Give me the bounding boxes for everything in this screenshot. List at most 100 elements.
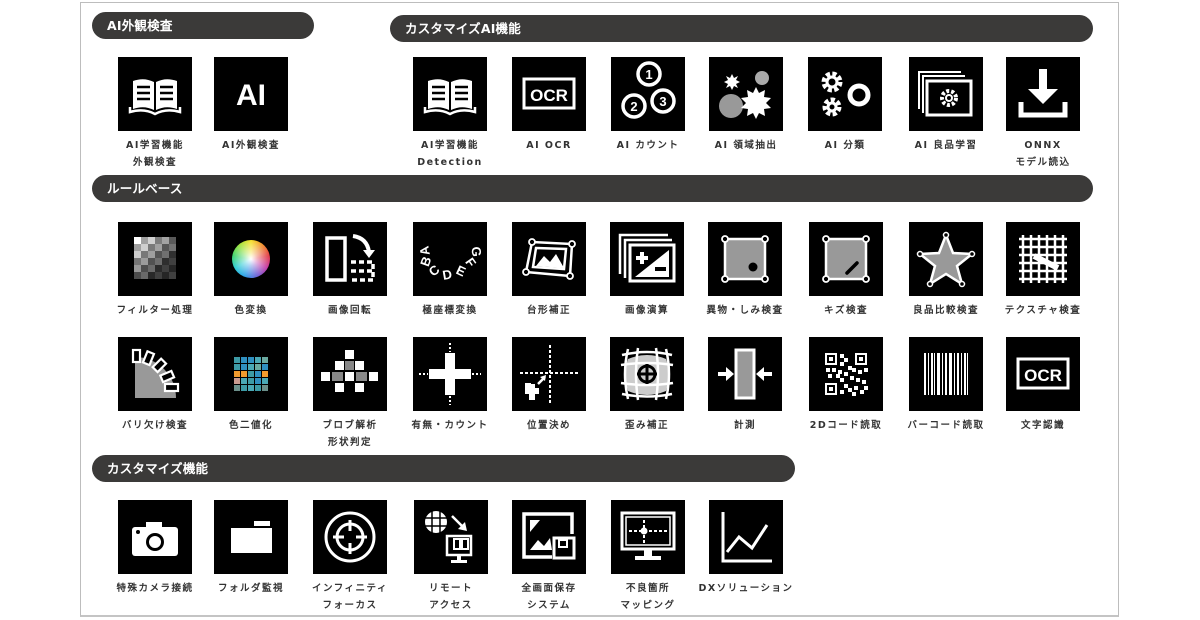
tile-label: 画像演算 [624,305,669,316]
tile-remote-access[interactable]: リモート アクセス [414,500,488,614]
tile-label: インフィニティ フォーカス [312,583,388,611]
tile-positioning[interactable]: 位置決め [512,337,586,434]
star-compare-icon [909,222,983,296]
tile-dx-solution[interactable]: DXソリューション [698,500,792,597]
gears-icon [808,57,882,131]
svg-text:G: G [469,246,485,257]
distortion-correct-icon [610,337,684,411]
tile-label: 全画面保存 システム [521,583,577,611]
section-header-custom: カスタマイズ機能 [92,455,795,482]
color-binarize-icon [214,337,288,411]
ocr-icon: OCR [1006,337,1080,411]
tile-ai-learning-inspection[interactable]: AI学習機能 外観検査 [118,57,192,171]
line-chart-icon [709,500,783,574]
foreign-object-icon [708,222,782,296]
tile-infinity-focus[interactable]: インフィニティ フォーカス [312,500,387,614]
tile-label: 異物・しみ検査 [706,305,784,316]
image-arithmetic-icon [610,222,684,296]
svg-text:OCR: OCR [530,86,568,105]
monitor-mapping-icon [611,500,685,574]
tile-ai-appearance-inspection[interactable]: AI AI外観検査 [214,57,288,154]
tile-label: キズ検査 [823,305,868,316]
tile-blob-analysis[interactable]: ブロブ解析 形状判定 [313,337,387,451]
rotate-image-icon [313,222,387,296]
color-wheel-icon [214,222,288,296]
blob-analysis-icon [313,337,387,411]
tile-image-rotate[interactable]: 画像回転 [313,222,387,319]
save-image-icon [512,500,586,574]
keystone-icon [512,222,586,296]
tile-label: フォルダ監視 [217,583,284,594]
tile-ai-region-extract[interactable]: AI 領域抽出 [709,57,783,154]
tile-ai-good-learning[interactable]: AI 良品学習 [909,57,983,154]
section-header-ai-inspection: AI外観検査 [92,12,314,39]
tile-foreign-object[interactable]: 異物・しみ検査 [706,222,782,319]
tile-label: 色変換 [234,305,268,316]
tile-label: 歪み補正 [624,420,669,431]
tile-full-screen-save[interactable]: 全画面保存 システム [512,500,586,614]
numbered-circles-icon: 1 2 3 [611,57,685,131]
tile-label: AI OCR [526,140,572,151]
section-header-rule-based: ルールベース [92,175,1093,202]
svg-text:AI: AI [236,79,266,112]
tile-2d-code-read[interactable]: 2Dコード読取 [809,337,883,434]
tile-filter[interactable]: フィルター処理 [117,222,192,319]
tile-special-camera[interactable]: 特殊カメラ接続 [116,500,192,597]
svg-text:D: D [441,266,453,282]
tile-polar-transform[interactable]: ABCDEFG 極座標変換 [413,222,487,319]
polar-text-icon: ABCDEFG [413,222,487,296]
tile-label: AI カウント [616,140,680,151]
tile-label: 不良箇所 マッピング [620,583,676,611]
ai-text-icon: AI [214,57,288,131]
tile-label: DXソリューション [698,583,794,594]
svg-text:OCR: OCR [1024,366,1062,385]
tile-label: リモート アクセス [428,583,473,611]
tile-folder-monitor[interactable]: フォルダ監視 [214,500,288,597]
download-icon [1006,57,1080,131]
tile-keystone-correction[interactable]: 台形補正 [512,222,586,319]
tile-barcode-read[interactable]: バーコード読取 [907,337,983,434]
tile-color-convert[interactable]: 色変換 [214,222,288,319]
tile-label: 色二値化 [228,420,273,431]
tile-measurement[interactable]: 計測 [708,337,782,434]
barcode-icon [909,337,983,411]
tile-label: 台形補正 [526,305,571,316]
tile-defect-mapping[interactable]: 不良箇所 マッピング [611,500,685,614]
stacked-images-gear-icon [909,57,983,131]
svg-text:3: 3 [659,94,666,109]
tile-color-binarize[interactable]: 色二値化 [214,337,288,434]
tile-label: 文字認識 [1020,420,1065,431]
region-extract-icon [709,57,783,131]
tile-label: AI学習機能 Detection [417,140,483,168]
tile-label: 有無・カウント [411,420,489,431]
tile-label: 位置決め [526,420,571,431]
positioning-icon [512,337,586,411]
tile-onnx-model-load[interactable]: ONNX モデル読込 [1006,57,1080,171]
burr-chip-icon [118,337,192,411]
tile-label: ブロブ解析 形状判定 [322,420,378,448]
folder-icon [214,500,288,574]
tile-distortion-correction[interactable]: 歪み補正 [610,337,684,434]
svg-text:2: 2 [630,99,637,114]
camera-icon [118,500,192,574]
tile-presence-count[interactable]: 有無・カウント [411,337,487,434]
tile-image-arithmetic[interactable]: 画像演算 [610,222,684,319]
svg-text:A: A [416,244,433,256]
tile-ai-count[interactable]: 1 2 3 AI カウント [611,57,685,154]
checker-filter-icon [118,222,192,296]
tile-label: テクスチャ検査 [1004,305,1082,316]
measure-icon [708,337,782,411]
tile-ai-classification[interactable]: AI 分類 [808,57,882,154]
tile-burr-chip[interactable]: バリ欠け検査 [118,337,192,434]
tile-scratch-inspection[interactable]: キズ検査 [809,222,883,319]
tile-ai-ocr[interactable]: OCR AI OCR [512,57,586,154]
crosshair-icon [313,500,387,574]
svg-text:1: 1 [645,67,652,82]
tile-texture-inspection[interactable]: テクスチャ検査 [1005,222,1080,319]
tile-good-compare[interactable]: 良品比較検査 [909,222,983,319]
tile-label: 画像回転 [327,305,372,316]
tile-ai-learning-detection[interactable]: AI学習機能 Detection [413,57,487,171]
remote-access-icon [414,500,488,574]
scratch-icon [809,222,883,296]
tile-character-recognition[interactable]: OCR 文字認識 [1006,337,1080,434]
